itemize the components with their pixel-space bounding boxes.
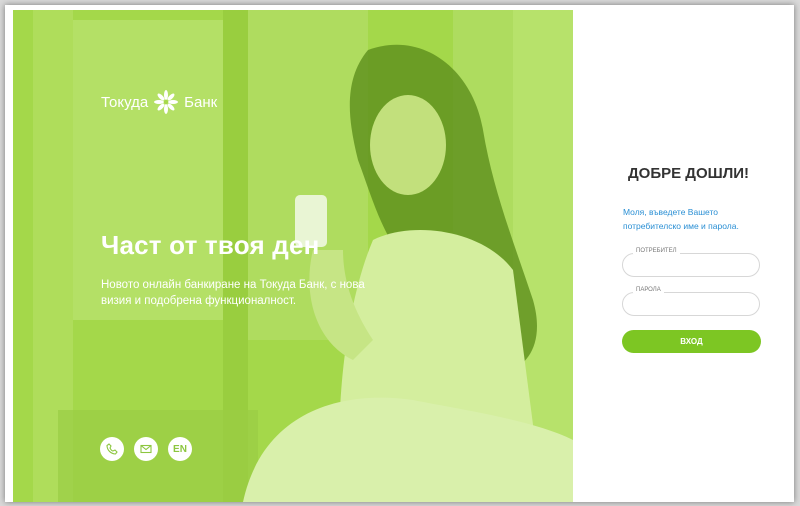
logo-text-right: Банк xyxy=(184,93,218,111)
mail-icon xyxy=(140,444,152,454)
phone-button[interactable] xyxy=(100,437,124,461)
language-button[interactable]: EN xyxy=(168,437,192,461)
logo-text-left: Токуда xyxy=(101,93,149,111)
hero-headline: Част от твоя ден xyxy=(101,230,320,260)
password-label: ПАРОЛА xyxy=(633,287,664,293)
flower-logo-icon xyxy=(154,90,179,114)
hero-subtext: Новото онлайн банкиране на Токуда Банк, … xyxy=(101,279,365,307)
login-button[interactable]: ВХОД xyxy=(622,330,761,353)
hero-panel: Токуда Банк Част от твоя ден Новото онла… xyxy=(13,10,573,502)
password-field: ПАРОЛА xyxy=(622,287,760,316)
password-input[interactable] xyxy=(633,297,753,313)
username-field: ПОТРЕБИТЕЛ xyxy=(622,248,760,277)
phone-icon xyxy=(106,443,118,455)
bank-logo: Токуда Банк xyxy=(101,90,217,114)
username-input[interactable] xyxy=(633,258,753,274)
login-prompt: Моля, въведете Вашето потребителско име … xyxy=(623,207,739,231)
login-page: Токуда Банк Част от твоя ден Новото онла… xyxy=(5,5,794,502)
login-panel: ДОБРЕ ДОШЛИ! Моля, въведете Вашето потре… xyxy=(573,10,794,502)
welcome-title: ДОБРЕ ДОШЛИ! xyxy=(628,165,750,182)
mail-button[interactable] xyxy=(134,437,158,461)
username-label: ПОТРЕБИТЕЛ xyxy=(633,248,680,254)
